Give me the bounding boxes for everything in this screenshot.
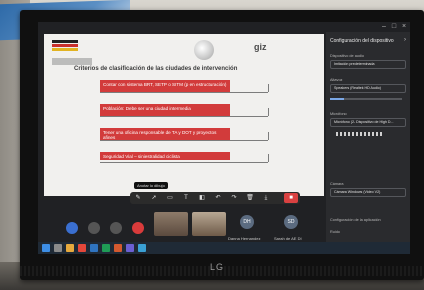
windows-start-icon[interactable] <box>42 244 50 252</box>
avatar[interactable]: SD <box>284 215 298 229</box>
app-config-label: Configuración de la aplicación <box>330 218 381 222</box>
speaker-output-label: Altavoz <box>330 78 343 82</box>
minimize-icon[interactable]: – <box>380 23 388 31</box>
annotation-toolbar: ✎ ➚ ▭ T ◧ ↶ ↷ 🗑 ⤓ ■ <box>130 192 300 204</box>
noise-label: Ruido <box>330 230 340 234</box>
app-icon[interactable] <box>138 244 146 252</box>
folder-icon[interactable] <box>66 244 74 252</box>
mouse-icon[interactable]: ➚ <box>150 194 158 202</box>
teams-icon[interactable] <box>126 244 134 252</box>
criterion-3-bracket <box>268 132 269 140</box>
monitor-logo: LG <box>210 262 225 272</box>
criterion-4: Seguridad Vial – siniestralidad ciclista <box>100 152 230 160</box>
participant-name: Danna Hernandez <box>228 236 261 241</box>
browser-icon[interactable] <box>78 244 86 252</box>
leave-button[interactable] <box>132 222 144 234</box>
word-icon[interactable] <box>90 244 98 252</box>
slide-title: Criterios de clasificación de las ciudad… <box>74 66 238 72</box>
criterion-4-bracket <box>268 154 269 162</box>
panel-title: Configuración del dispositivo <box>330 38 394 44</box>
participant-video-1[interactable] <box>154 212 188 236</box>
ministry-logo-text <box>52 58 92 65</box>
criterion-3: Tener una oficina responsable de TA y DO… <box>100 128 230 140</box>
criterion-3-underline <box>100 140 268 141</box>
speaker-label: Dispositivo de audio <box>330 54 364 58</box>
pen-icon[interactable]: ✎ <box>134 194 142 202</box>
close-icon[interactable]: › <box>404 37 406 43</box>
ministry-logo <box>52 40 82 56</box>
save-icon[interactable]: ⤓ <box>262 194 270 202</box>
criterion-4-underline <box>100 162 268 163</box>
window-titlebar: – □ × <box>38 22 410 32</box>
criterion-1: Contar con sistema BRT, SETP o SITM (p e… <box>100 80 230 92</box>
undo-icon[interactable]: ↶ <box>214 194 222 202</box>
speaker-select[interactable]: Speakers (Realtek HD Audio) <box>330 84 406 93</box>
stop-icon[interactable]: ■ <box>284 193 298 203</box>
participant-video-2[interactable] <box>192 212 226 236</box>
monitor-screen: – □ × giz Criterios de clasificación de … <box>38 22 410 254</box>
rectangle-icon[interactable]: ▭ <box>166 194 174 202</box>
criterion-1-bracket <box>268 84 269 92</box>
avatar[interactable]: DH <box>240 215 254 229</box>
maximize-icon[interactable]: □ <box>390 23 398 31</box>
mic-level-meter <box>336 132 384 136</box>
mic-button[interactable] <box>88 222 100 234</box>
camera-button[interactable] <box>110 222 122 234</box>
close-icon[interactable]: × <box>400 23 408 31</box>
criterion-2-bracket <box>268 108 269 116</box>
device-settings-panel: Configuración del dispositivo › Disposit… <box>326 32 410 242</box>
eraser-icon[interactable]: ◧ <box>198 194 206 202</box>
criterion-2: Población: Debe ser una ciudad intermedi… <box>100 104 230 116</box>
participant-name: Sarah de AE DI <box>274 236 302 241</box>
excel-icon[interactable] <box>102 244 110 252</box>
criterion-2-underline <box>100 116 268 117</box>
criterion-1-underline <box>100 92 268 93</box>
search-icon[interactable] <box>54 244 62 252</box>
speaker-volume-slider[interactable] <box>330 98 402 100</box>
camera-select[interactable]: Cámara Windows (Video V2) <box>330 188 406 197</box>
shared-slide: giz Criterios de clasificación de las ci… <box>44 34 324 196</box>
mic-label: Micrófono <box>330 112 347 116</box>
giz-logo: giz <box>254 42 267 52</box>
toolbar-tooltip: Anotar lo dibujo <box>134 182 168 189</box>
camera-label: Cámara <box>330 182 344 186</box>
participants-button[interactable] <box>66 222 78 234</box>
globe-icon <box>194 40 214 60</box>
audio-device-select[interactable]: Imitación predeterminada <box>330 60 406 69</box>
powerpoint-icon[interactable] <box>114 244 122 252</box>
trash-icon[interactable]: 🗑 <box>246 194 254 202</box>
text-icon[interactable]: T <box>182 194 190 202</box>
redo-icon[interactable]: ↷ <box>230 194 238 202</box>
os-taskbar <box>38 242 410 254</box>
mic-select[interactable]: Micrófono (2- Dispositivo de High D... <box>330 118 406 127</box>
